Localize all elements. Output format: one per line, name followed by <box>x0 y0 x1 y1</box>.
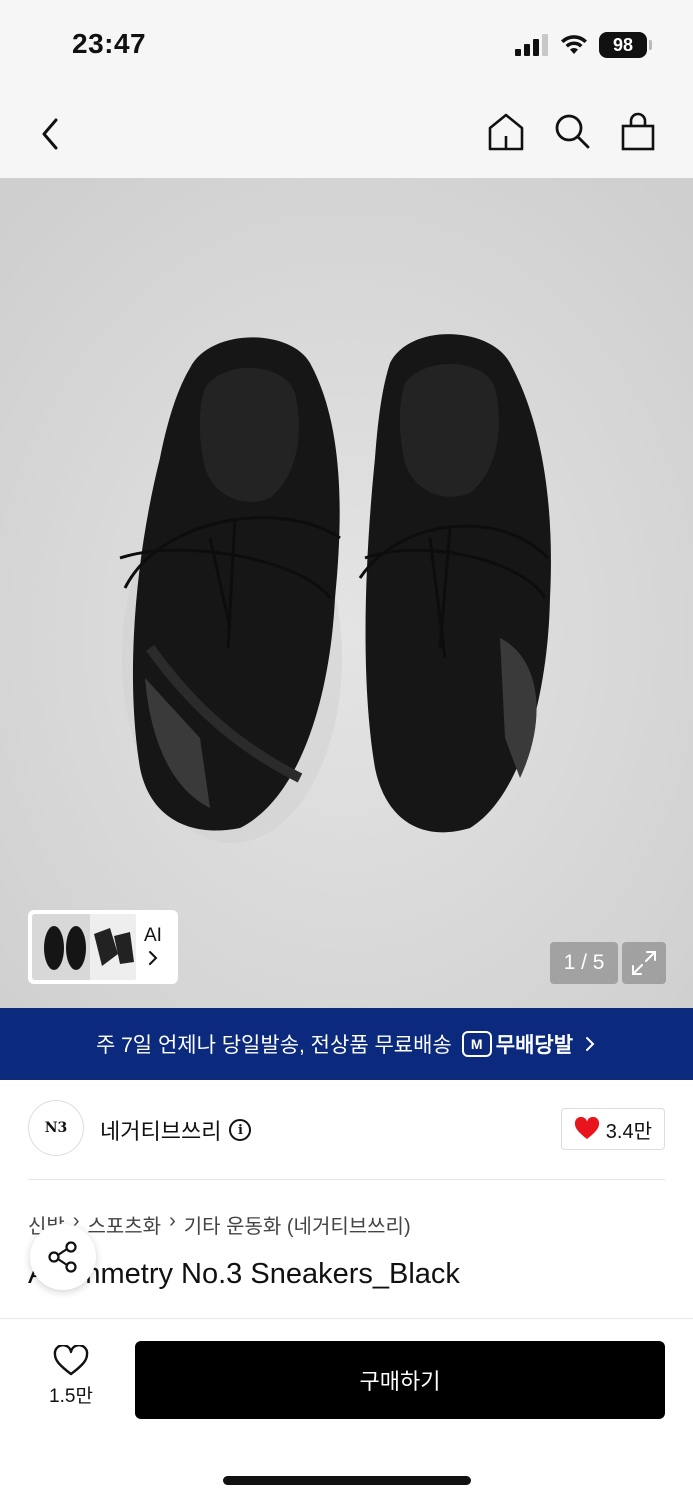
battery-indicator: 98 <box>599 32 652 58</box>
home-icon[interactable] <box>487 112 525 152</box>
wishlist-count: 1.5만 <box>49 1386 93 1407</box>
brand-row: N3 네거티브쓰리 i 3.4만 <box>0 1080 693 1180</box>
info-icon[interactable]: i <box>229 1119 252 1141</box>
heart-filled-icon <box>574 1117 599 1139</box>
share-icon[interactable] <box>30 1224 96 1290</box>
signal-icon <box>515 34 548 56</box>
status-icons: 98 <box>515 32 652 58</box>
nav-bar <box>0 90 693 178</box>
chevron-right-icon <box>586 1037 595 1051</box>
promo-badge-label: 무배당발 <box>495 1034 574 1057</box>
brand-logo[interactable]: N3 <box>28 1100 84 1156</box>
image-thumbnail-card[interactable]: AI <box>28 910 178 984</box>
promo-badge: M 무배당발 <box>461 1029 574 1059</box>
status-time: 23:47 <box>72 28 147 59</box>
home-indicator <box>223 1476 471 1485</box>
breadcrumb-item[interactable]: 스포츠화 <box>87 1210 161 1239</box>
ai-label: AI <box>144 925 162 946</box>
brand-name: 네거티브쓰리 <box>100 1119 222 1144</box>
breadcrumb-item[interactable]: 기타 운동화 (네거티브쓰리) <box>184 1210 411 1239</box>
free-shipping-banner[interactable]: 주 7일 언제나 당일발송, 전상품 무료배송 M 무배당발 <box>0 1008 693 1080</box>
ai-link[interactable]: AI <box>144 925 162 969</box>
brand-name-link[interactable]: 네거티브쓰리 i <box>100 1114 252 1146</box>
expand-icon[interactable] <box>622 942 666 984</box>
back-icon[interactable] <box>34 112 70 156</box>
breadcrumb-separator: › <box>169 1210 176 1232</box>
image-page-counter: 1 / 5 <box>550 942 618 984</box>
bag-icon[interactable] <box>619 112 657 152</box>
buy-button[interactable]: 구매하기 <box>135 1341 665 1419</box>
thumbnail-image <box>32 914 136 980</box>
product-photo <box>0 178 693 1008</box>
delivery-truck-icon: M <box>461 1031 492 1057</box>
brand-like-count: 3.4만 <box>605 1120 652 1143</box>
wishlist-button[interactable]: 1.5만 <box>40 1345 102 1408</box>
search-icon[interactable] <box>553 112 591 152</box>
product-image-gallery[interactable]: AI 1 / 5 <box>0 178 693 1008</box>
chevron-right-icon <box>148 951 158 965</box>
nav-actions <box>487 112 657 152</box>
divider <box>28 1179 665 1180</box>
status-bar: 23:47 98 <box>0 0 693 90</box>
bottom-action-bar: 1.5만 구매하기 <box>0 1318 693 1500</box>
wifi-icon <box>561 35 587 54</box>
heart-outline-icon <box>53 1345 89 1376</box>
promo-text: 주 7일 언제나 당일발송, 전상품 무료배송 <box>95 1034 452 1057</box>
brand-like-button[interactable]: 3.4만 <box>560 1108 665 1150</box>
